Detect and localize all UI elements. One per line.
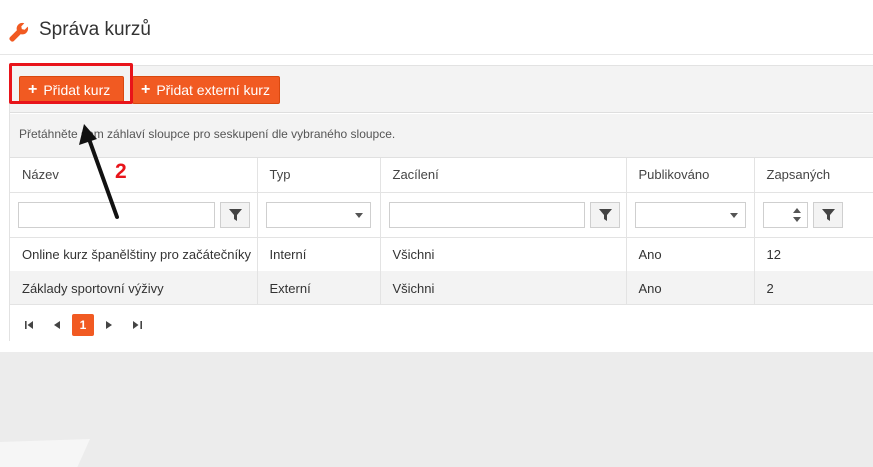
page-header: Správa kurzů xyxy=(0,0,873,55)
course-type: Externí xyxy=(257,271,381,305)
filter-row xyxy=(10,192,873,238)
courses-table: Název Typ Zacílení Publikováno Zapsaných xyxy=(10,158,873,305)
course-target: Všichni xyxy=(380,271,627,305)
table-row[interactable]: Online kurz španělštiny pro začátečníky … xyxy=(10,237,873,271)
last-page-icon[interactable] xyxy=(130,314,144,336)
type-filter-select[interactable] xyxy=(265,201,371,228)
prev-page-icon[interactable] xyxy=(50,314,64,336)
course-published: Ano xyxy=(626,271,755,305)
filter-icon xyxy=(821,208,835,221)
current-page-button[interactable]: 1 xyxy=(72,314,94,336)
decorative-shape xyxy=(0,439,90,467)
target-filter-input[interactable] xyxy=(388,201,585,228)
stepper-down-icon[interactable] xyxy=(792,216,801,222)
name-filter-button[interactable] xyxy=(220,201,250,228)
course-target: Všichni xyxy=(380,237,627,271)
table-row[interactable]: Základy sportovní výživy Externí Všichni… xyxy=(10,271,873,305)
column-header-enrolled[interactable]: Zapsaných xyxy=(754,158,873,193)
enrolled-filter-button[interactable] xyxy=(812,201,843,228)
pager: 1 xyxy=(10,304,873,342)
target-filter-button[interactable] xyxy=(589,201,620,228)
grid-toolbar: + Přidat kurz + Přidat externí kurz xyxy=(10,66,873,113)
course-enrolled: 12 xyxy=(766,246,781,262)
plus-icon: + xyxy=(141,81,151,98)
group-by-hint[interactable]: Přetáhněte sem záhlaví sloupce pro sesku… xyxy=(10,114,873,158)
stepper-up-icon[interactable] xyxy=(792,207,801,213)
chevron-down-icon xyxy=(354,212,363,218)
course-enrolled: 2 xyxy=(754,271,873,305)
course-name-link[interactable]: Online kurz španělštiny pro začátečníky xyxy=(10,237,258,271)
annotation-step-number: 2 xyxy=(115,160,127,183)
page-footer-background xyxy=(0,352,873,467)
chevron-down-icon xyxy=(729,212,738,218)
add-course-label: Přidat kurz xyxy=(43,82,111,98)
header-row: Název Typ Zacílení Publikováno Zapsaných xyxy=(10,158,873,193)
column-header-type[interactable]: Typ xyxy=(257,158,381,193)
courses-panel: + Přidat kurz + Přidat externí kurz Přet… xyxy=(9,65,873,342)
column-header-target[interactable]: Zacílení xyxy=(380,158,627,193)
name-filter-input[interactable] xyxy=(18,201,215,228)
add-external-course-label: Přidat externí kurz xyxy=(156,82,270,98)
first-page-icon[interactable] xyxy=(22,314,36,336)
column-header-name[interactable]: Název xyxy=(10,158,258,193)
filter-icon xyxy=(229,208,242,221)
wrench-icon xyxy=(9,22,29,42)
course-name-link[interactable]: Základy sportovní výživy xyxy=(10,271,258,305)
add-external-course-button[interactable]: + Přidat externí kurz xyxy=(132,76,280,104)
add-course-button[interactable]: + Přidat kurz xyxy=(19,76,124,104)
course-published: Ano xyxy=(626,237,755,271)
enrolled-filter-stepper[interactable] xyxy=(762,201,808,228)
published-filter-select[interactable] xyxy=(634,201,746,228)
next-page-icon[interactable] xyxy=(102,314,116,336)
course-type: Interní xyxy=(257,237,381,271)
page-title: Správa kurzů xyxy=(39,19,151,40)
column-header-published[interactable]: Publikováno xyxy=(626,158,755,193)
filter-icon xyxy=(598,208,612,221)
plus-icon: + xyxy=(28,81,38,98)
